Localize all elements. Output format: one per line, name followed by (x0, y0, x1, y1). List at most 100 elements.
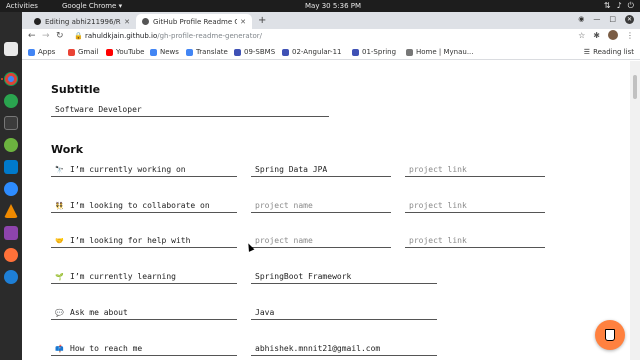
work-prefix-input[interactable]: 🔭 I’m currently working on (51, 163, 237, 177)
close-window-icon[interactable]: ✕ (625, 15, 634, 24)
app-icon[interactable] (4, 94, 18, 108)
new-tab-button[interactable]: + (258, 15, 266, 26)
mailbox-icon: 📫 (55, 345, 64, 353)
bookmark-label: Apps (38, 48, 56, 56)
prefix-text: I’m currently working on (70, 165, 186, 174)
browser-tab-active[interactable]: GitHub Profile Readme G ✕ (136, 14, 252, 29)
subtitle-heading: Subtitle (51, 83, 101, 96)
ask-input[interactable]: Java (251, 306, 437, 320)
menu-icon[interactable]: ⋮ (626, 31, 634, 40)
project-name-input[interactable]: project name (251, 199, 391, 213)
firefox-icon[interactable] (4, 248, 18, 262)
youtube-icon (106, 48, 113, 56)
coffee-cup-icon (605, 329, 615, 341)
forward-icon[interactable]: → (42, 31, 50, 41)
bookmark-gmail[interactable]: Gmail (68, 48, 98, 56)
scrollbar-thumb[interactable] (633, 75, 637, 99)
bookmark-label: 09-SBMS (244, 48, 276, 56)
chrome-icon[interactable] (4, 72, 18, 86)
files-icon[interactable] (4, 42, 18, 56)
apps-grid-icon (28, 48, 35, 56)
browser-toolbar: ← → ↻ 🔒 rahuldkjain.github.io/gh-profile… (22, 29, 640, 44)
close-tab-icon[interactable]: ✕ (240, 18, 246, 26)
reach-prefix-input[interactable]: 📫 How to reach me (51, 342, 237, 356)
project-name-input[interactable]: project name (251, 234, 391, 248)
buy-me-a-coffee-button[interactable] (595, 320, 625, 350)
system-tray[interactable]: ⇅ ♪ ⏻ (604, 1, 634, 11)
activities-button[interactable]: Activities (6, 2, 38, 10)
page-scrollbar[interactable] (630, 61, 640, 360)
power-icon: ⏻ (627, 1, 634, 10)
bookmark-label: YouTube (116, 48, 145, 56)
star-icon[interactable]: ☆ (578, 31, 585, 40)
system-top-bar: Activities Google Chrome ▾ May 30 5:36 P… (0, 0, 640, 12)
gmail-icon (68, 48, 75, 56)
minimize-icon[interactable]: — (593, 15, 600, 24)
url-host: rahuldkjain.github.io (85, 32, 158, 40)
github-icon (34, 18, 41, 25)
window-controls: ◉ — □ ✕ (578, 15, 634, 24)
bookmark-label: News (160, 48, 179, 56)
extensions-icon[interactable]: ✱ (593, 31, 600, 40)
prefix-text: Ask me about (70, 308, 128, 317)
maximize-icon[interactable]: □ (609, 15, 616, 24)
bookmark-news[interactable]: News (150, 48, 179, 56)
reload-icon[interactable]: ↻ (56, 31, 64, 41)
ask-prefix-input[interactable]: 💬 Ask me about (51, 306, 237, 320)
learning-input[interactable]: SpringBoot Framework (251, 270, 437, 284)
back-icon[interactable]: ← (28, 31, 36, 41)
bookmark-apps[interactable]: Apps (28, 48, 55, 56)
bookmark-sbms[interactable]: 09-SBMS (234, 48, 275, 56)
tab-title: GitHub Profile Readme G (153, 17, 238, 26)
bookmark-translate[interactable]: Translate (186, 48, 228, 56)
bookmark-icon (282, 48, 289, 56)
url-path: /gh-profile-readme-generator/ (157, 32, 262, 40)
spring-icon[interactable] (4, 138, 18, 152)
news-icon (150, 48, 157, 56)
reading-list-button[interactable]: ☰ Reading list (584, 48, 634, 56)
reading-list-icon: ☰ (583, 48, 591, 56)
subtitle-input[interactable]: Software Developer (51, 103, 329, 117)
vlc-icon[interactable] (4, 204, 18, 218)
project-link-input[interactable]: project link (405, 163, 545, 177)
project-link-input[interactable]: project link (405, 199, 545, 213)
people-icon: 👯 (55, 202, 64, 210)
reach-input[interactable]: abhishek.mnnit21@gmail.com (251, 342, 437, 356)
app-icon[interactable] (4, 226, 18, 240)
terminal-icon[interactable] (4, 116, 18, 130)
github-icon (142, 18, 149, 25)
lock-icon[interactable]: 🔒 (74, 32, 83, 40)
clock[interactable]: May 30 5:36 PM (305, 2, 361, 10)
avatar[interactable] (608, 30, 618, 40)
handshake-icon: 🤝 (55, 237, 64, 245)
prefix-text: I’m looking to collaborate on (70, 201, 210, 210)
volume-icon: ♪ (616, 1, 622, 10)
help-prefix-input[interactable]: 🤝 I’m looking for help with (51, 234, 237, 248)
bookmark-angular[interactable]: 02-Angular-11 (282, 48, 341, 56)
reading-list-label: Reading list (593, 48, 634, 56)
page-content: Subtitle Software Developer Work 🔭 I’m cu… (22, 61, 630, 360)
vscode-icon[interactable] (4, 160, 18, 174)
prefix-text: How to reach me (70, 344, 143, 353)
bookmark-label: 01-Spring (362, 48, 397, 56)
address-bar[interactable]: rahuldkjain.github.io/gh-profile-readme-… (85, 32, 262, 40)
close-tab-icon[interactable]: ✕ (124, 18, 130, 26)
bookmark-label: Translate (196, 48, 228, 56)
telescope-icon: 🔭 (55, 166, 64, 174)
bookmark-home[interactable]: Home | Mynau... (406, 48, 474, 56)
project-link-input[interactable]: project link (405, 234, 545, 248)
work-heading: Work (51, 143, 84, 156)
project-name-input[interactable]: Spring Data JPA (251, 163, 391, 177)
browser-window: Editing abhi211996/READ ✕ GitHub Profile… (22, 12, 640, 60)
zoom-icon[interactable] (4, 182, 18, 196)
tab-search-icon[interactable]: ◉ (578, 15, 584, 24)
speech-bubble-icon: 💬 (55, 309, 64, 317)
bookmark-youtube[interactable]: YouTube (106, 48, 144, 56)
collaborate-prefix-input[interactable]: 👯 I’m looking to collaborate on (51, 199, 237, 213)
browser-tab[interactable]: Editing abhi211996/READ ✕ (28, 14, 136, 29)
bookmark-spring[interactable]: 01-Spring (352, 48, 396, 56)
settings-icon[interactable] (4, 270, 18, 284)
app-menu[interactable]: Google Chrome ▾ (62, 2, 122, 10)
translate-icon (186, 48, 193, 56)
learning-prefix-input[interactable]: 🌱 I’m currently learning (51, 270, 237, 284)
